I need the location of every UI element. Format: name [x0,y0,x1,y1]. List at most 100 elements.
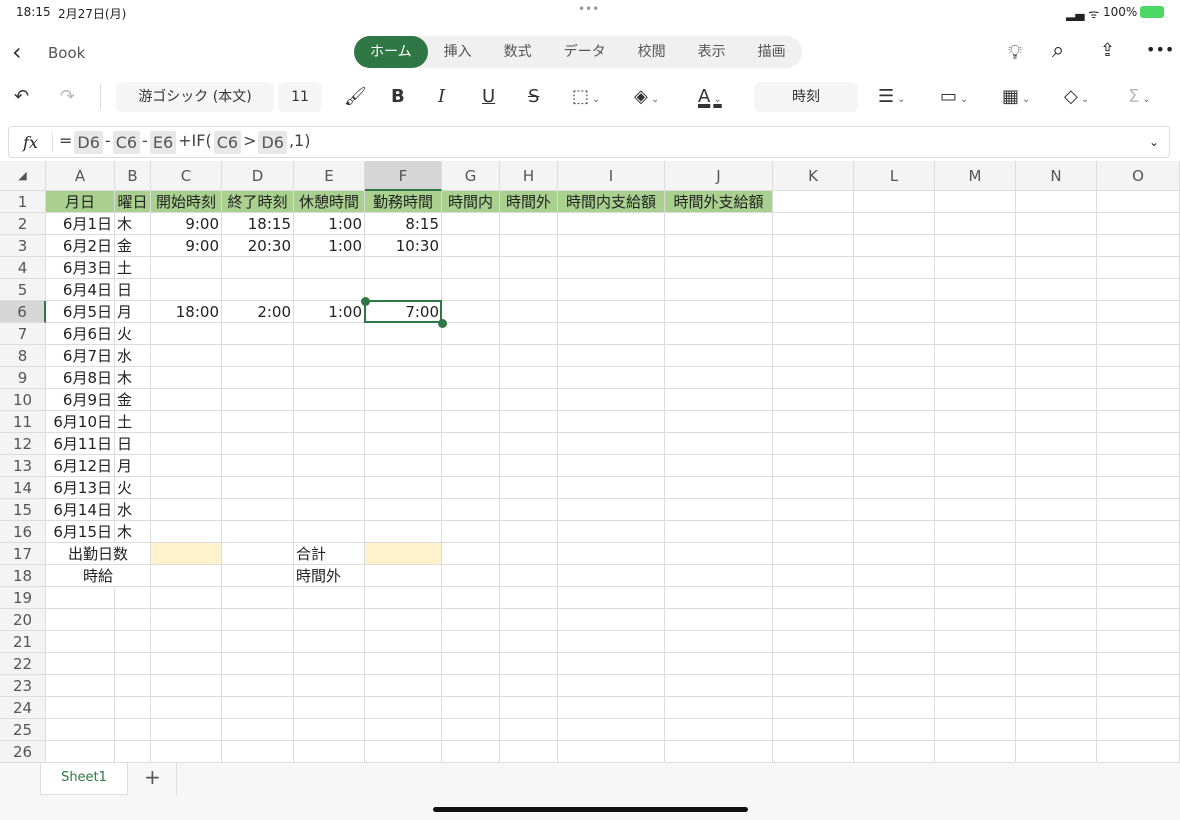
cell-H2[interactable] [500,213,558,235]
cell-J16[interactable] [665,521,773,543]
cell-A7[interactable]: 6月6日 [46,323,115,345]
cell-D10[interactable] [222,389,294,411]
cell-A8[interactable]: 6月7日 [46,345,115,367]
cell-D1[interactable]: 終了時刻 [222,191,294,213]
cell-F5[interactable] [365,279,442,301]
cell-D24[interactable] [222,697,294,719]
cell-J23[interactable] [665,675,773,697]
cell-H14[interactable] [500,477,558,499]
cell-E6[interactable]: 1:00 [294,301,365,323]
cell-J14[interactable] [665,477,773,499]
cell-C17[interactable] [151,543,222,565]
cell-G23[interactable] [442,675,500,697]
cell-D5[interactable] [222,279,294,301]
cell-M13[interactable] [935,455,1016,477]
cell-K5[interactable] [773,279,854,301]
cell-M26[interactable] [935,741,1016,762]
cell-N26[interactable] [1016,741,1097,762]
row-header[interactable]: 24 [0,697,46,719]
row-header[interactable]: 9 [0,367,46,389]
cell-N6[interactable] [1016,301,1097,323]
cell-M25[interactable] [935,719,1016,741]
cell-D8[interactable] [222,345,294,367]
cell-G14[interactable] [442,477,500,499]
cell-H8[interactable] [500,345,558,367]
cell-F19[interactable] [365,587,442,609]
cell-C9[interactable] [151,367,222,389]
cell-I13[interactable] [558,455,665,477]
cell-N5[interactable] [1016,279,1097,301]
cell-C23[interactable] [151,675,222,697]
formula-bar[interactable]: fx = D6- C6- E6 +IF(C6 > D6,1) ⌄ [8,126,1170,158]
cell-H15[interactable] [500,499,558,521]
cell-H7[interactable] [500,323,558,345]
cell-O8[interactable] [1097,345,1180,367]
cell-H9[interactable] [500,367,558,389]
cell-E13[interactable] [294,455,365,477]
cell-F16[interactable] [365,521,442,543]
cell-E10[interactable] [294,389,365,411]
cell-E12[interactable] [294,433,365,455]
cell-G4[interactable] [442,257,500,279]
cell-E11[interactable] [294,411,365,433]
cell-J9[interactable] [665,367,773,389]
cell-J2[interactable] [665,213,773,235]
cell-K8[interactable] [773,345,854,367]
tab-3[interactable]: データ [548,36,622,68]
cell-K21[interactable] [773,631,854,653]
cell-D20[interactable] [222,609,294,631]
cell-B5[interactable]: 日 [115,279,151,301]
cell-C7[interactable] [151,323,222,345]
eraser-icon[interactable]: ◇ ⌄ [1064,82,1089,112]
cell-F2[interactable]: 8:15 [365,213,442,235]
cell-B1[interactable]: 曜日 [115,191,151,213]
cell-E1[interactable]: 休憩時間 [294,191,365,213]
number-format-field[interactable]: 時刻 [754,82,858,112]
cell-B17[interactable] [115,543,151,565]
cell-H4[interactable] [500,257,558,279]
cell-I22[interactable] [558,653,665,675]
cell-E3[interactable]: 1:00 [294,235,365,257]
cell-K16[interactable] [773,521,854,543]
fill-color-icon[interactable]: ◈ ⌄ [634,82,659,112]
cell-N11[interactable] [1016,411,1097,433]
cell-H21[interactable] [500,631,558,653]
cell-G8[interactable] [442,345,500,367]
cell-N20[interactable] [1016,609,1097,631]
cell-I10[interactable] [558,389,665,411]
cell-J17[interactable] [665,543,773,565]
cell-J7[interactable] [665,323,773,345]
cell-K17[interactable] [773,543,854,565]
cell-G19[interactable] [442,587,500,609]
multitask-dots-icon[interactable]: ••• [578,2,599,16]
cell-L1[interactable] [854,191,935,213]
font-size-field[interactable]: 11 [278,82,322,112]
cell-L20[interactable] [854,609,935,631]
cell-E19[interactable] [294,587,365,609]
cell-F26[interactable] [365,741,442,762]
cell-A21[interactable] [46,631,115,653]
cell-J22[interactable] [665,653,773,675]
cell-N21[interactable] [1016,631,1097,653]
cell-F10[interactable] [365,389,442,411]
cell-I18[interactable] [558,565,665,587]
cell-I7[interactable] [558,323,665,345]
row-header[interactable]: 2 [0,213,46,235]
cell-B2[interactable]: 木 [115,213,151,235]
cell-M3[interactable] [935,235,1016,257]
redo-icon[interactable]: ↷ [60,82,75,112]
row-header[interactable]: 17 [0,543,46,565]
cell-F9[interactable] [365,367,442,389]
cell-N8[interactable] [1016,345,1097,367]
column-header-N[interactable]: N [1016,161,1097,191]
cell-F21[interactable] [365,631,442,653]
add-sheet-button[interactable]: + [144,765,161,789]
cell-H24[interactable] [500,697,558,719]
cell-N4[interactable] [1016,257,1097,279]
row-header[interactable]: 22 [0,653,46,675]
cell-I6[interactable] [558,301,665,323]
cell-L25[interactable] [854,719,935,741]
cell-J6[interactable] [665,301,773,323]
row-header[interactable]: 15 [0,499,46,521]
cell-B23[interactable] [115,675,151,697]
